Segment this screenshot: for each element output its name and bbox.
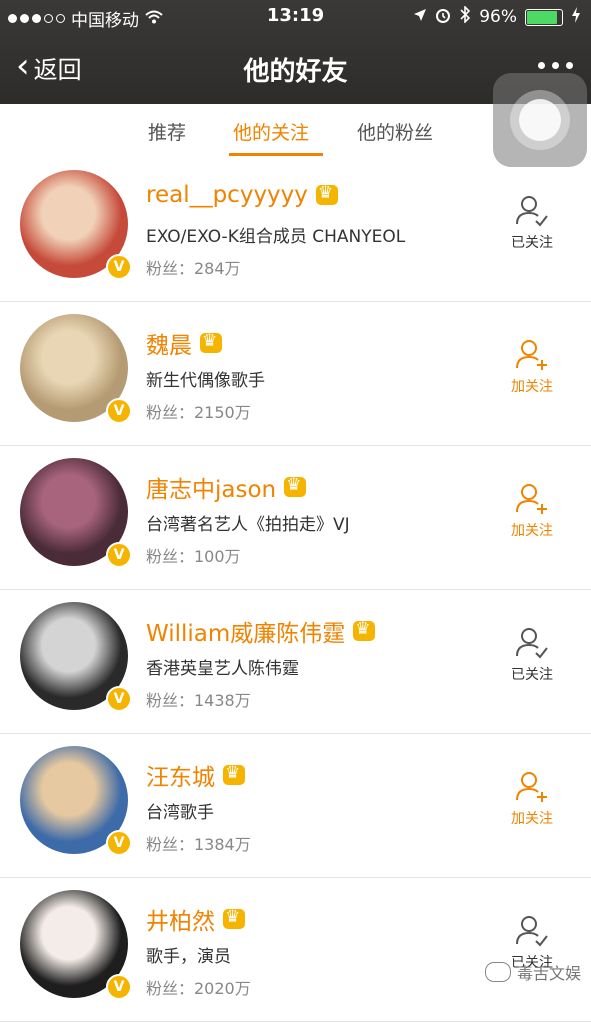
follow-label: 已关注: [511, 667, 553, 683]
battery-label: 96%: [479, 7, 517, 27]
active-tab-indicator: [229, 153, 323, 156]
vip-crown-icon: [315, 183, 338, 205]
fan-count: 粉丝：284万: [146, 259, 241, 278]
user-add-icon: [500, 482, 564, 516]
more-options-button[interactable]: [538, 62, 573, 69]
list-item[interactable]: V 魏晨 新生代偶像歌手 粉丝：2150万 加关注: [0, 302, 591, 446]
verified-badge-icon: V: [106, 974, 132, 1000]
follow-label: 加关注: [511, 523, 553, 539]
dot-icon: [538, 62, 545, 69]
follow-button[interactable]: 加关注: [500, 770, 564, 828]
follow-button[interactable]: 加关注: [500, 482, 564, 540]
list-item[interactable]: V 唐志中jason 台湾著名艺人《拍拍走》VJ 粉丝：100万 加关注: [0, 446, 591, 590]
user-name-line: 汪东城: [146, 758, 245, 792]
verified-badge-icon: V: [106, 830, 132, 856]
vip-crown-icon: [223, 763, 245, 785]
dot-icon: [552, 62, 559, 69]
follow-label: 已关注: [511, 235, 553, 251]
user-description: 香港英皇艺人陈伟霆: [146, 659, 299, 679]
bluetooth-icon: [459, 5, 471, 28]
vip-crown-icon: [223, 907, 245, 929]
follow-button[interactable]: 已关注: [500, 194, 564, 252]
verified-badge-icon: V: [106, 686, 132, 712]
user-name[interactable]: 汪东城: [146, 758, 215, 792]
user-check-icon: [500, 914, 564, 948]
fan-count: 粉丝：2150万: [146, 403, 251, 422]
list-item[interactable]: V 汪东城 台湾歌手 粉丝：1384万 加关注: [0, 734, 591, 878]
user-check-icon: [500, 626, 564, 660]
follow-label: 加关注: [511, 379, 553, 395]
fan-count: 粉丝：1438万: [146, 691, 251, 710]
assistive-touch-button[interactable]: [493, 73, 587, 167]
verified-badge-icon: V: [106, 542, 132, 568]
status-bar: 中国移动 13:19 96%: [0, 0, 591, 34]
user-name-line: real__pcyyyyy: [146, 182, 338, 208]
tab-following[interactable]: 他的关注: [233, 118, 309, 145]
fan-count: 粉丝：2020万: [146, 979, 251, 998]
user-name-line: William威廉陈伟霆: [146, 614, 376, 648]
watermark-text: 毒舌文娱: [516, 964, 581, 983]
user-name[interactable]: 井柏然: [146, 902, 215, 936]
dot-icon: [566, 62, 573, 69]
user-description: 新生代偶像歌手: [146, 371, 265, 391]
verified-badge-icon: V: [106, 398, 132, 424]
alarm-icon: [435, 7, 451, 28]
user-description: EXO/EXO-K组合成员 CHANYEOL: [146, 227, 406, 247]
fan-count: 粉丝：1384万: [146, 835, 251, 854]
fan-count: 粉丝：100万: [146, 547, 241, 566]
verified-badge-icon: V: [106, 254, 132, 280]
location-icon: [413, 7, 427, 27]
vip-crown-icon: [200, 331, 222, 353]
user-name-line: 魏晨: [146, 326, 222, 360]
user-add-icon: [500, 770, 564, 804]
user-list: V real__pcyyyyy EXO/EXO-K组合成员 CHANYEOL 粉…: [0, 158, 591, 1022]
vip-crown-icon: [353, 619, 376, 641]
follow-label: 加关注: [511, 811, 553, 827]
watermark: 毒舌文娱: [484, 960, 581, 984]
user-name[interactable]: real__pcyyyyy: [146, 182, 308, 208]
follow-button[interactable]: 加关注: [500, 338, 564, 396]
user-name-line: 唐志中jason: [146, 470, 307, 504]
wechat-icon: [484, 962, 511, 982]
user-check-icon: [500, 194, 564, 228]
follow-button[interactable]: 已关注: [500, 626, 564, 684]
tab-fans[interactable]: 他的粉丝: [357, 118, 433, 145]
user-description: 台湾歌手: [146, 803, 214, 823]
list-item[interactable]: V 井柏然 歌手，演员 粉丝：2020万 已关注: [0, 878, 591, 1022]
charging-icon: [571, 6, 581, 28]
user-description: 歌手，演员: [146, 947, 231, 967]
list-item[interactable]: V William威廉陈伟霆 香港英皇艺人陈伟霆 粉丝：1438万 已关注: [0, 590, 591, 734]
user-name[interactable]: 唐志中jason: [146, 470, 276, 504]
battery-icon: [525, 8, 563, 26]
user-description: 台湾著名艺人《拍拍走》VJ: [146, 515, 350, 535]
user-name-line: 井柏然: [146, 902, 245, 936]
list-item[interactable]: V real__pcyyyyy EXO/EXO-K组合成员 CHANYEOL 粉…: [0, 158, 591, 302]
vip-crown-icon: [284, 475, 307, 497]
user-add-icon: [500, 338, 564, 372]
tab-recommend[interactable]: 推荐: [148, 118, 186, 145]
user-name[interactable]: William威廉陈伟霆: [146, 614, 345, 648]
user-name[interactable]: 魏晨: [146, 326, 192, 360]
